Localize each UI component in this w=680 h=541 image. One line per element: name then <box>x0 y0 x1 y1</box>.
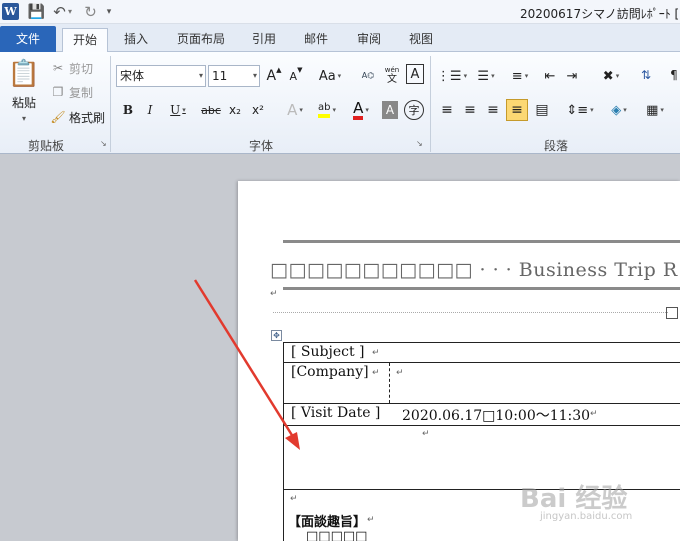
watermark-url: jingyan.baidu.com <box>540 511 633 522</box>
arrow-shaft <box>193 279 297 441</box>
watermark-logo: Bai 经验 <box>520 484 628 514</box>
red-arrow-annotation <box>193 279 300 450</box>
arrow-head <box>285 432 300 450</box>
